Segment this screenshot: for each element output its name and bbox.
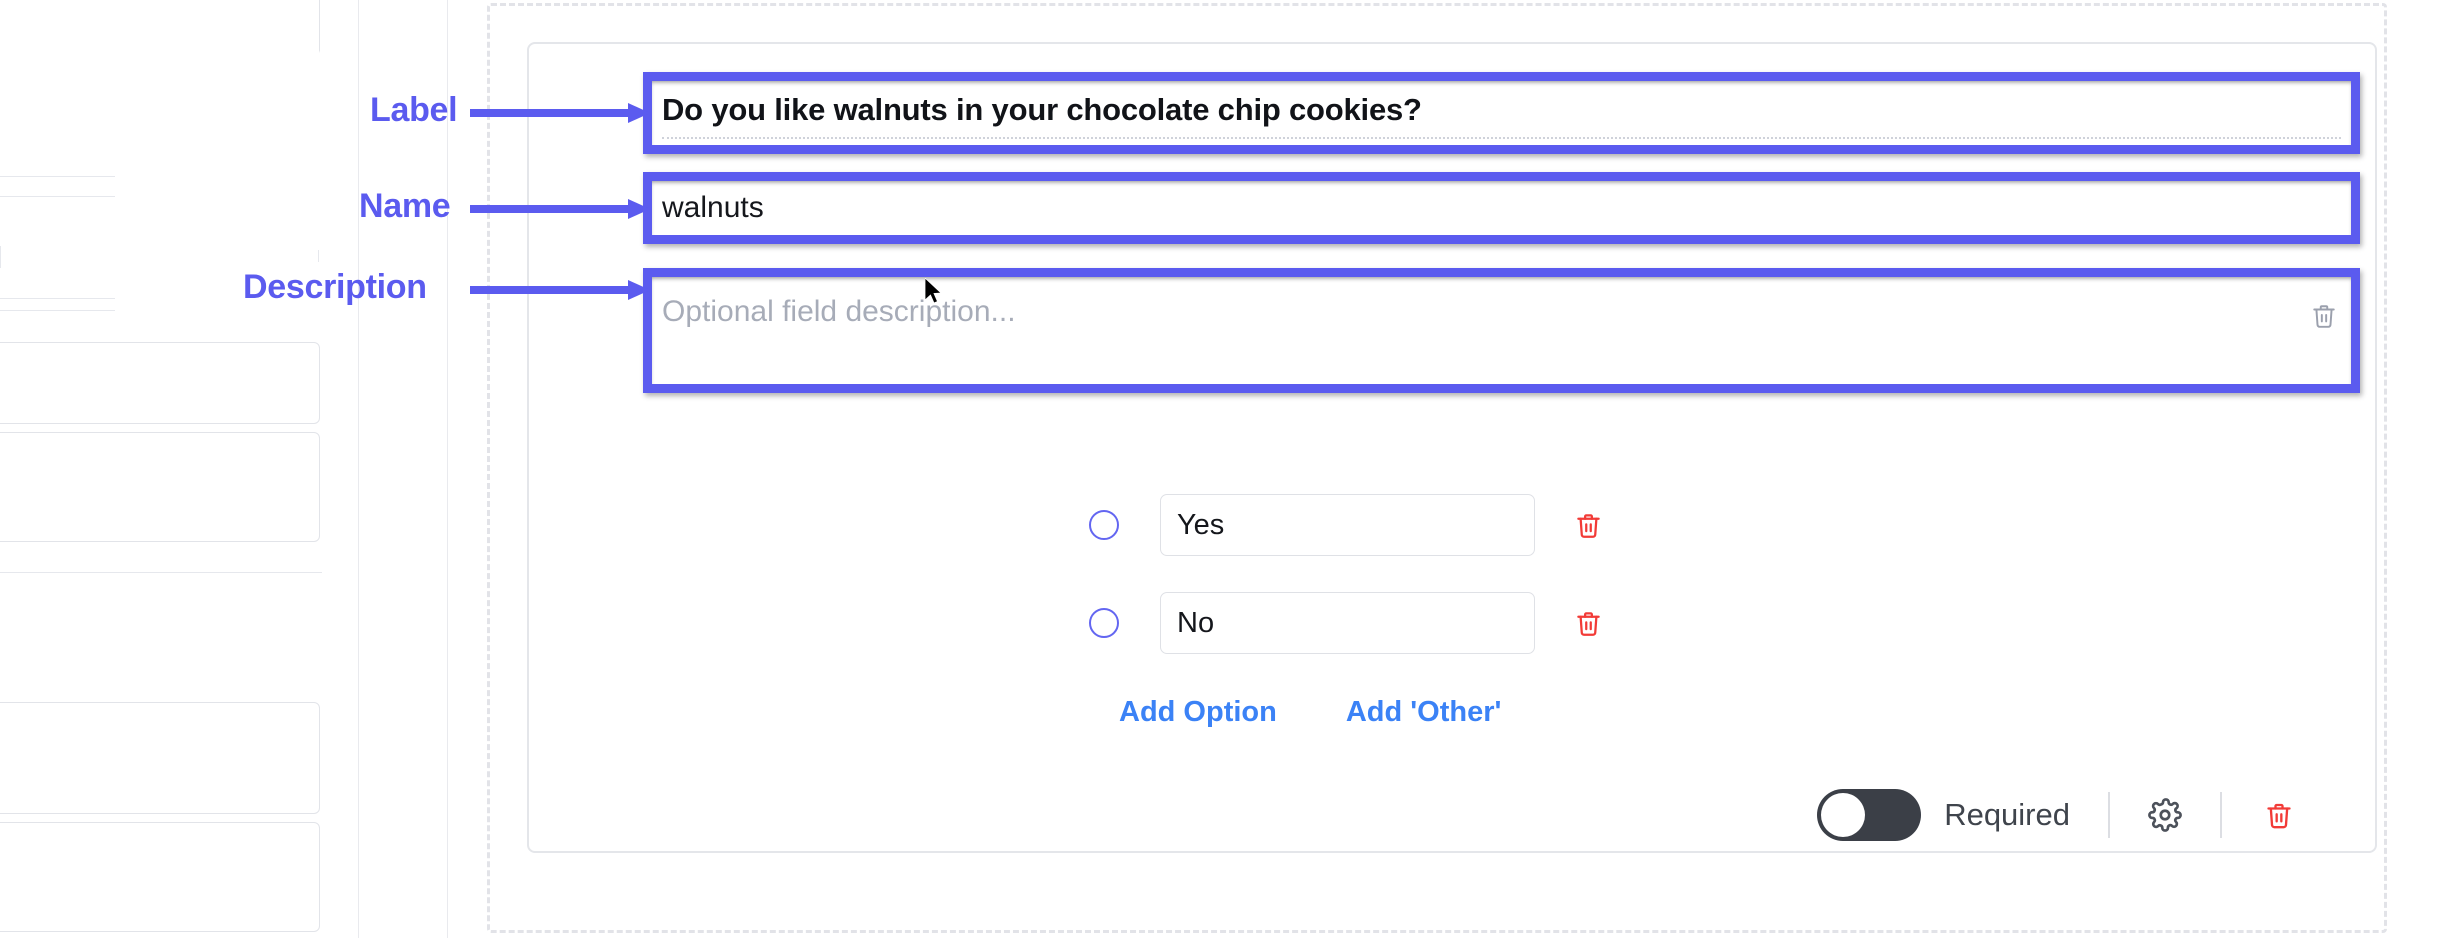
sidebar-tick	[0, 246, 1, 268]
sidebar-item-label: es	[0, 48, 320, 96]
field-toolbar: Required	[1817, 789, 2293, 841]
description-placeholder: Optional field description...	[662, 295, 1016, 328]
option-value-input[interactable]: Yes	[1160, 494, 1535, 556]
label-field-wrapper: Do you like walnuts in your chocolate ch…	[652, 81, 2351, 145]
option-value-input[interactable]: No	[1160, 592, 1535, 654]
required-toggle[interactable]	[1817, 789, 1922, 841]
name-field-highlight: walnuts	[643, 172, 2360, 244]
sidebar-divider	[0, 310, 115, 311]
sidebar-divider	[0, 176, 115, 177]
name-input[interactable]: walnuts	[662, 181, 2341, 235]
sidebar-item-2[interactable]	[0, 342, 320, 424]
sidebar-item-3[interactable]	[0, 432, 320, 542]
sidebar-item-label	[0, 433, 319, 439]
panel-divider-left	[358, 0, 359, 938]
sidebar-item-label	[0, 823, 319, 859]
sidebar-panel: tions es tions	[0, 0, 322, 938]
add-option-button[interactable]: Add Option	[1119, 696, 1277, 729]
sidebar-item-4[interactable]: tions	[0, 702, 320, 814]
annotation-description: Description	[243, 268, 427, 306]
sidebar-divider	[0, 196, 115, 197]
toolbar-divider	[2108, 792, 2110, 838]
description-textarea[interactable]: Optional field description...	[662, 277, 2341, 384]
sidebar-divider	[0, 572, 322, 573]
sidebar-item-label	[0, 343, 319, 349]
gear-icon[interactable]	[2148, 798, 2182, 832]
sidebar-item-1[interactable]: es	[0, 48, 320, 168]
delete-option-icon[interactable]	[1575, 510, 1602, 541]
toolbar-divider	[2220, 792, 2222, 838]
label-input[interactable]: Do you like walnuts in your chocolate ch…	[662, 83, 2341, 139]
name-input-value: walnuts	[662, 191, 764, 224]
option-value-text: Yes	[1177, 508, 1225, 541]
app-root: tions es tions	[0, 0, 2438, 938]
toggle-knob	[1821, 793, 1866, 837]
sidebar-item-5[interactable]	[0, 822, 320, 932]
delete-option-icon[interactable]	[1575, 608, 1602, 639]
panel-divider-right	[447, 0, 448, 938]
radio-icon[interactable]	[1089, 608, 1119, 638]
required-label: Required	[1944, 797, 2070, 832]
description-field-wrapper: Optional field description...	[652, 277, 2351, 384]
description-field-highlight: Optional field description...	[643, 268, 2360, 393]
option-row: Yes	[1089, 494, 1602, 556]
sidebar-tick	[318, 250, 319, 262]
name-field-wrapper: walnuts	[652, 181, 2351, 235]
delete-field-icon[interactable]	[2265, 799, 2293, 832]
sidebar-divider	[0, 298, 115, 299]
option-row: No	[1089, 592, 1602, 654]
add-other-button[interactable]: Add 'Other'	[1346, 696, 1502, 729]
option-actions: Add Option Add 'Other'	[1119, 696, 1501, 729]
radio-icon[interactable]	[1089, 510, 1119, 540]
delete-description-icon[interactable]	[2311, 301, 2337, 331]
option-value-text: No	[1177, 606, 1215, 639]
label-field-highlight: Do you like walnuts in your chocolate ch…	[643, 72, 2360, 154]
annotation-name: Name	[359, 187, 451, 225]
annotation-label: Label	[370, 91, 458, 129]
label-input-value: Do you like walnuts in your chocolate ch…	[662, 92, 1422, 127]
field-editor-card: Yes No Add Option Add 'Other' Required	[527, 42, 2377, 853]
sidebar-item-label: tions	[0, 703, 319, 743]
